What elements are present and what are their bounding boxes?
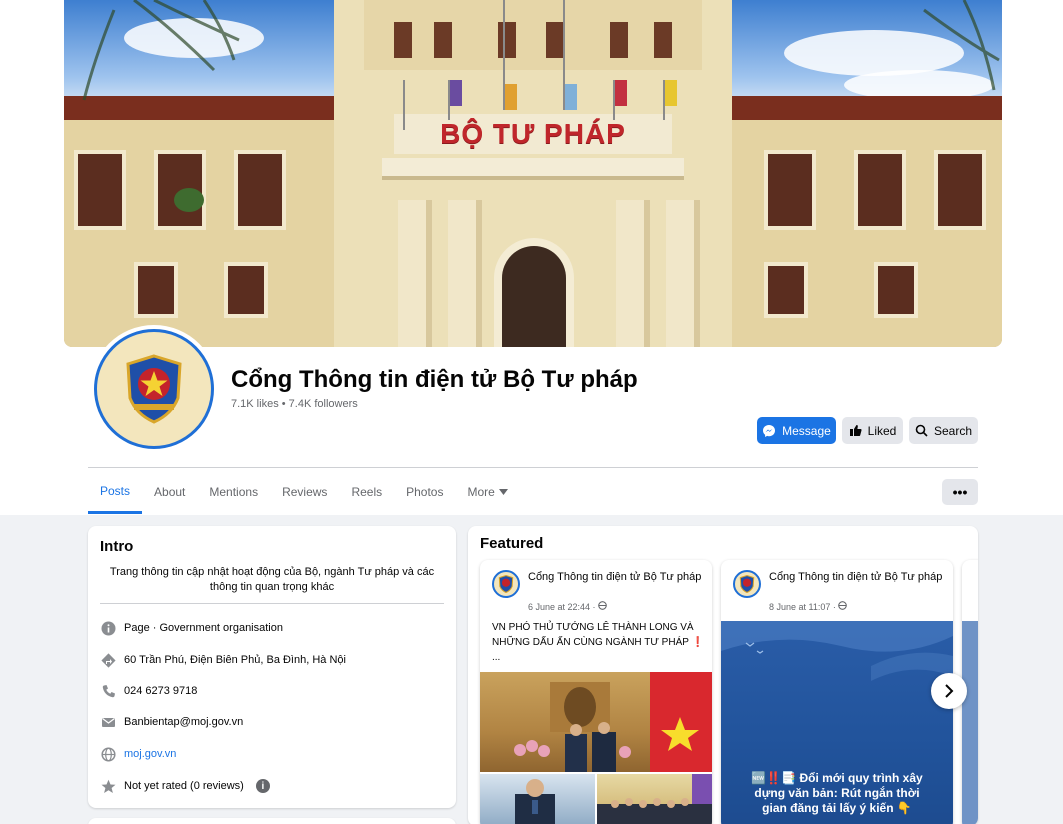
post-photo[interactable] bbox=[480, 672, 712, 772]
search-button[interactable]: Search bbox=[909, 417, 978, 444]
tab-label: Mentions bbox=[209, 485, 259, 499]
tab-label: Reviews bbox=[282, 485, 328, 499]
emblem-shield-icon bbox=[126, 354, 182, 424]
tab-label: More bbox=[467, 485, 495, 499]
post-photo-scene bbox=[597, 774, 712, 824]
post-author-avatar[interactable] bbox=[492, 570, 520, 598]
featured-post[interactable]: Cổng Thông tin điện tử Bộ Tư pháp 8 June… bbox=[721, 560, 953, 824]
intro-rating-row: Not yet rated (0 reviews) i bbox=[100, 776, 270, 796]
header-divider bbox=[88, 467, 978, 468]
intro-website-row: moj.gov.vn bbox=[100, 744, 176, 764]
post-time-text: 8 June at 11:07 · bbox=[769, 602, 839, 612]
messenger-icon bbox=[763, 424, 776, 437]
featured-post[interactable]: Cổng Thông tin điện tử Bộ Tư pháp 6 June… bbox=[480, 560, 712, 824]
intro-bio: Trang thông tin cập nhật hoạt động của B… bbox=[109, 566, 435, 593]
chevron-right-icon bbox=[945, 684, 954, 698]
intro-rating: Not yet rated (0 reviews) bbox=[124, 780, 244, 792]
ministry-emblem-icon bbox=[739, 575, 755, 593]
intro-title: Intro bbox=[100, 538, 134, 555]
page-title: Cổng Thông tin điện tử Bộ Tư pháp bbox=[231, 366, 638, 393]
intro-card: Intro Trang thông tin cập nhật hoạt động… bbox=[88, 526, 456, 808]
tab-label: Reels bbox=[351, 485, 383, 499]
post-photo-scene bbox=[515, 779, 555, 824]
carousel-next-button[interactable] bbox=[931, 673, 967, 709]
post-author-name[interactable]: Cổng Thông tin điện tử Bộ Tư pháp bbox=[769, 570, 944, 584]
featured-card: Featured Cổng Thông tin điện tử Bộ Tư ph… bbox=[468, 526, 978, 824]
post-image bbox=[962, 621, 978, 824]
mail-icon bbox=[100, 714, 116, 730]
profile-header: BỘ TƯ PHÁP Cổng Thông tin điện tử Bộ Tư … bbox=[0, 0, 1063, 515]
post-photo[interactable] bbox=[597, 774, 712, 824]
post-timestamp[interactable]: 8 June at 11:07 · bbox=[769, 601, 848, 612]
caret-down-icon bbox=[498, 489, 508, 495]
cover-palm-leaves bbox=[82, 0, 1000, 130]
ministry-emblem-icon bbox=[498, 575, 514, 593]
tab-reels[interactable]: Reels bbox=[339, 470, 394, 514]
intro-address-row: 60 Trần Phú, Điện Biên Phủ, Ba Đình, Hà … bbox=[100, 650, 346, 670]
intro-email[interactable]: Banbientap@moj.gov.vn bbox=[124, 716, 243, 728]
next-card-edge bbox=[88, 818, 456, 824]
featured-title: Featured bbox=[480, 535, 544, 552]
tab-more[interactable]: More bbox=[455, 470, 519, 514]
intro-category-row: Page · Government organisation bbox=[100, 618, 283, 638]
profile-picture[interactable] bbox=[90, 325, 218, 453]
ministry-emblem-icon bbox=[94, 329, 214, 449]
rating-info-icon[interactable]: i bbox=[255, 779, 270, 793]
page-tabs: Posts About Mentions Reviews Reels Photo… bbox=[88, 470, 520, 514]
search-button-label: Search bbox=[933, 423, 973, 438]
page-stats[interactable]: 7.1K likes • 7.4K followers bbox=[231, 398, 358, 410]
tab-about[interactable]: About bbox=[142, 470, 197, 514]
star-icon bbox=[100, 778, 116, 794]
phone-icon bbox=[100, 683, 116, 699]
post-photo[interactable] bbox=[480, 774, 595, 824]
post-image-caption: 🆕‼️📑 Đổi mới quy trình xây dựng văn bản:… bbox=[751, 771, 923, 815]
tab-label: About bbox=[154, 485, 186, 499]
post-timestamp[interactable]: 6 June at 22:44 · bbox=[528, 601, 607, 612]
message-button[interactable]: Message bbox=[757, 417, 836, 444]
post-photo-scene bbox=[514, 672, 712, 772]
message-button-label: Message bbox=[782, 423, 831, 438]
thumbs-up-icon bbox=[849, 425, 862, 436]
intro-phone-row: 024 6273 9718 bbox=[100, 681, 197, 701]
post-author-avatar[interactable] bbox=[733, 570, 761, 598]
map-pin-icon bbox=[100, 652, 116, 668]
post-time-text: 6 June at 22:44 · bbox=[528, 602, 599, 612]
intro-divider bbox=[100, 603, 444, 604]
info-icon bbox=[100, 620, 116, 636]
tab-label: Photos bbox=[406, 485, 444, 499]
post-image[interactable]: 🆕‼️📑 Đổi mới quy trình xây dựng văn bản:… bbox=[721, 621, 953, 824]
tab-posts[interactable]: Posts bbox=[88, 470, 143, 514]
globe-icon bbox=[838, 601, 848, 610]
globe-icon bbox=[598, 601, 607, 610]
tab-photos[interactable]: Photos bbox=[394, 470, 455, 514]
intro-address[interactable]: 60 Trần Phú, Điện Biên Phủ, Ba Đình, Hà … bbox=[124, 654, 346, 666]
liked-button-label: Liked bbox=[867, 423, 897, 438]
post-author-name[interactable]: Cổng Thông tin điện tử Bộ Tư pháp bbox=[528, 570, 703, 584]
tab-mentions[interactable]: Mentions bbox=[197, 470, 270, 514]
intro-category: Page · Government organisation bbox=[124, 622, 283, 634]
tab-label: Posts bbox=[100, 483, 131, 498]
tab-reviews[interactable]: Reviews bbox=[270, 470, 339, 514]
search-icon bbox=[915, 424, 928, 437]
intro-website-link[interactable]: moj.gov.vn bbox=[124, 748, 176, 760]
more-options-button[interactable]: ••• bbox=[942, 479, 978, 505]
intro-phone: 024 6273 9718 bbox=[124, 685, 198, 697]
globe-icon bbox=[100, 746, 116, 762]
cover-photo[interactable]: BỘ TƯ PHÁP bbox=[64, 0, 1002, 347]
intro-email-row: Banbientap@moj.gov.vn bbox=[100, 712, 243, 732]
post-text: VN PHÓ THỦ TƯỚNG LÊ THÀNH LONG VÀ NHỮNG … bbox=[492, 622, 704, 663]
liked-button[interactable]: Liked bbox=[842, 417, 903, 444]
